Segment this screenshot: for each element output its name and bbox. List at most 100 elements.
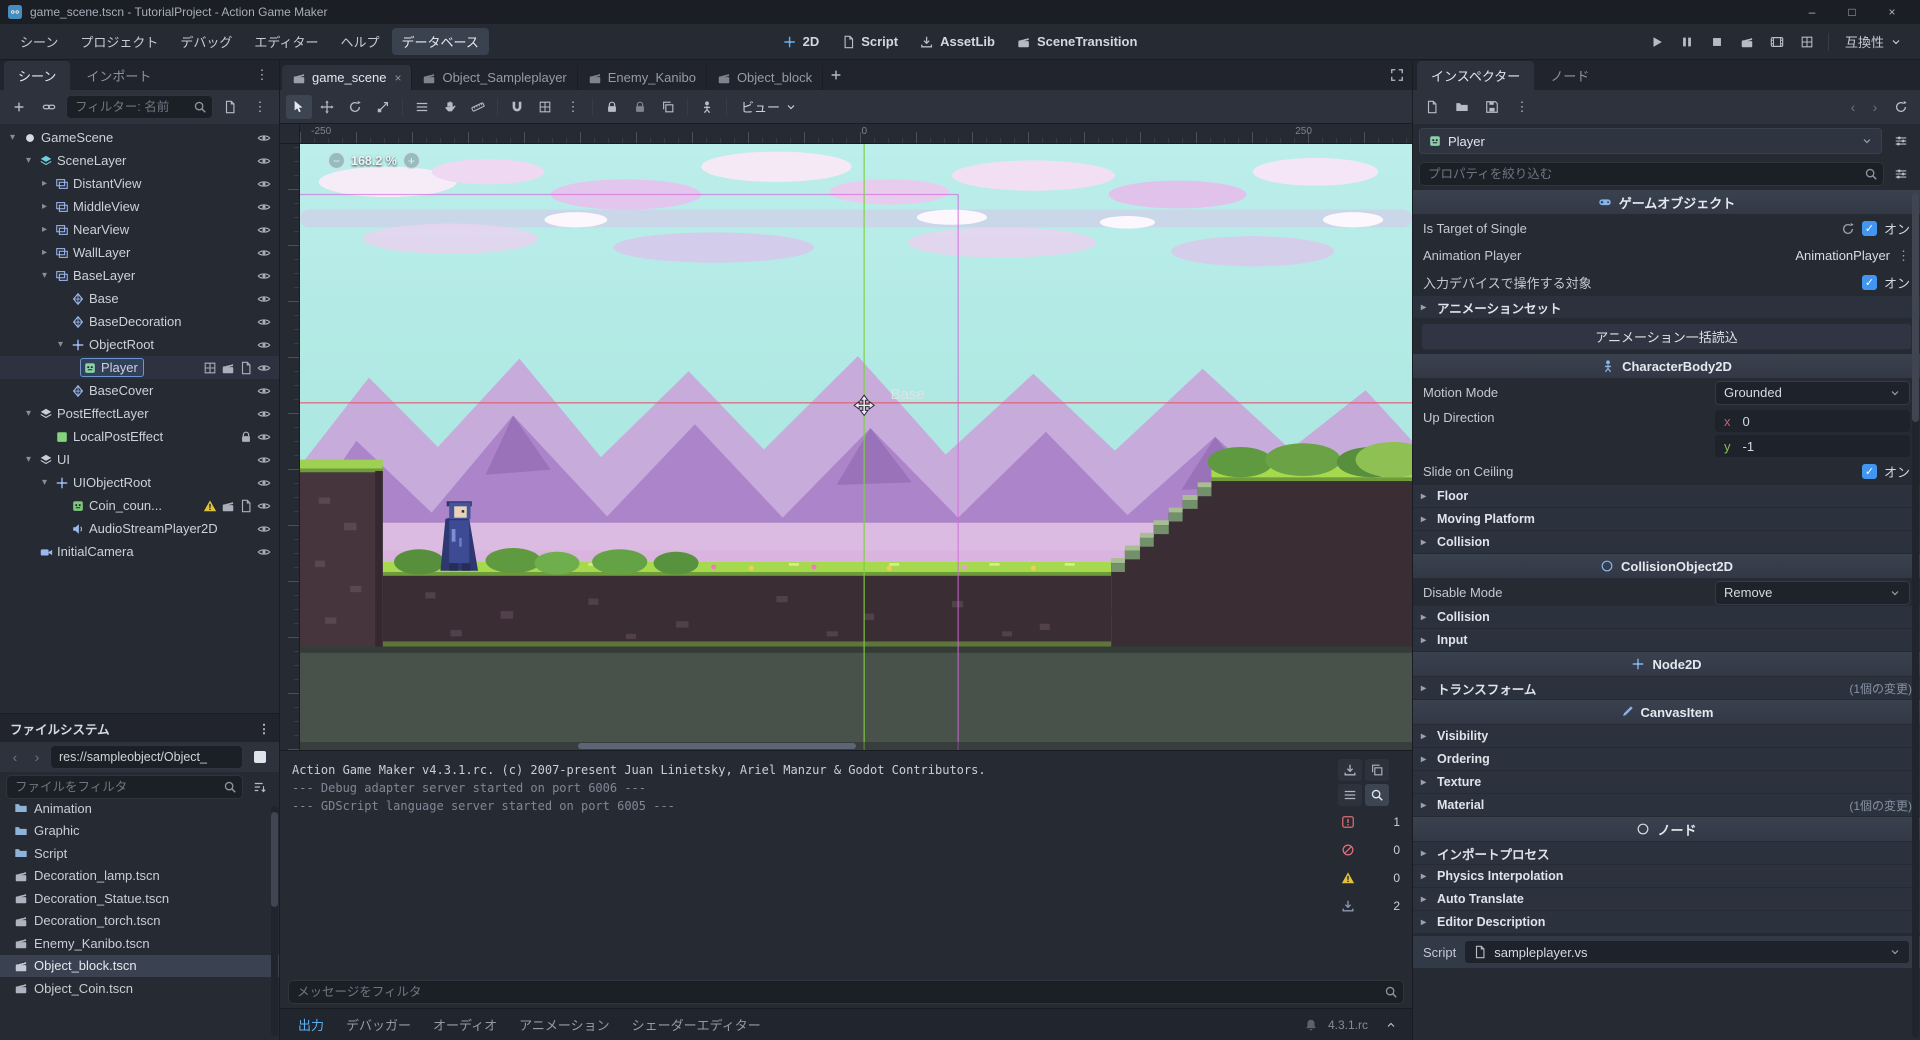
- visibility-icon[interactable]: [257, 154, 271, 168]
- workspace-assetlib-button[interactable]: AssetLib: [920, 34, 995, 49]
- tree-row-base[interactable]: Base: [0, 287, 279, 310]
- distraction-free-button[interactable]: [1384, 63, 1410, 87]
- visibility-icon[interactable]: [257, 338, 271, 352]
- focus-path-button[interactable]: [247, 745, 273, 769]
- warning-icon[interactable]: [203, 499, 217, 513]
- visibility-icon[interactable]: [257, 315, 271, 329]
- workspace-2d-button[interactable]: 2D: [783, 34, 820, 49]
- filesystem-scrollbar[interactable]: [271, 806, 278, 1036]
- history-forward-button[interactable]: ›: [1866, 96, 1884, 118]
- group-ordering[interactable]: ▸Ordering: [1413, 748, 1920, 771]
- minimize-button[interactable]: –: [1792, 0, 1832, 24]
- collapse-panel-button[interactable]: [1378, 1013, 1404, 1037]
- menu-help[interactable]: ヘルプ: [330, 28, 389, 55]
- error-counter[interactable]: 1: [1338, 809, 1404, 834]
- file-row-decoration-torch[interactable]: Decoration_torch.tscn: [0, 910, 279, 933]
- instance-icon[interactable]: [203, 361, 217, 375]
- tree-row-uiobjectroot[interactable]: ▾UIObjectRoot: [0, 471, 279, 494]
- group-floor[interactable]: ▸Floor: [1413, 485, 1920, 508]
- disable-mode-select[interactable]: Remove: [1715, 581, 1910, 605]
- revert-icon[interactable]: [1841, 222, 1855, 236]
- path-input[interactable]: [50, 745, 243, 769]
- close-tab-button[interactable]: ×: [394, 71, 401, 85]
- visibility-icon[interactable]: [257, 361, 271, 375]
- attach-script-button[interactable]: [217, 95, 243, 119]
- tab-game-scene[interactable]: game_scene×: [282, 65, 412, 90]
- chevron-icon[interactable]: ▾: [38, 477, 51, 488]
- visibility-icon[interactable]: [257, 292, 271, 306]
- tab-import[interactable]: インポート: [72, 61, 165, 90]
- visibility-icon[interactable]: [257, 545, 271, 559]
- tree-row-objectroot[interactable]: ▾ObjectRoot: [0, 333, 279, 356]
- chevron-icon[interactable]: ▸: [38, 201, 51, 212]
- visibility-icon[interactable]: [257, 384, 271, 398]
- group-moving-platform[interactable]: ▸Moving Platform: [1413, 508, 1920, 531]
- tree-row-nearview[interactable]: ▸NearView: [0, 218, 279, 241]
- file-row-decoration-lamp[interactable]: Decoration_lamp.tscn: [0, 865, 279, 888]
- tree-row-ui[interactable]: ▾UI: [0, 448, 279, 471]
- tree-row-player[interactable]: Player: [0, 356, 279, 379]
- add-node-button[interactable]: [6, 95, 32, 119]
- close-button[interactable]: ×: [1872, 0, 1912, 24]
- animation-icon[interactable]: [221, 361, 235, 375]
- menu-database[interactable]: データベース: [392, 28, 489, 55]
- file-row-enemy-kanibo[interactable]: Enemy_Kanibo.tscn: [0, 932, 279, 955]
- category-characterbody2d[interactable]: CharacterBody2D: [1413, 354, 1920, 379]
- edited-node-select[interactable]: Player: [1419, 128, 1882, 154]
- group-visibility[interactable]: ▸Visibility: [1413, 725, 1920, 748]
- checkbox-checked[interactable]: ✓: [1862, 464, 1877, 479]
- tree-row-coincounter[interactable]: Coin_coun...: [0, 494, 279, 517]
- group-editor-description[interactable]: ▸Editor Description: [1413, 911, 1920, 934]
- file-row-decoration-statue[interactable]: Decoration_Statue.tscn: [0, 887, 279, 910]
- group-import-process[interactable]: ▸インポートプロセス: [1413, 842, 1920, 865]
- select-tool-button[interactable]: [286, 95, 312, 119]
- checkbox-checked[interactable]: ✓: [1862, 221, 1877, 236]
- tree-row-initialcamera[interactable]: InitialCamera: [0, 540, 279, 563]
- maximize-button[interactable]: □: [1832, 0, 1872, 24]
- checkbox-checked[interactable]: ✓: [1862, 275, 1877, 290]
- property-options-button[interactable]: [1888, 162, 1914, 186]
- tree-row-audiostreamplayer[interactable]: AudioStreamPlayer2D: [0, 517, 279, 540]
- tree-row-scenelayer[interactable]: ▾SceneLayer: [0, 149, 279, 172]
- tree-row-basedecoration[interactable]: BaseDecoration: [0, 310, 279, 333]
- lock-icon[interactable]: [239, 430, 253, 444]
- dock-menu-button[interactable]: ⋮: [249, 63, 275, 87]
- bulk-load-button[interactable]: アニメーション一括読込: [1421, 323, 1912, 350]
- tab-audio[interactable]: オーディオ: [423, 1011, 507, 1038]
- movie-maker-button[interactable]: [1764, 30, 1790, 54]
- tree-row-posteffectlayer[interactable]: ▾PostEffectLayer: [0, 402, 279, 425]
- warning-counter[interactable]: 0: [1338, 865, 1404, 890]
- chevron-icon[interactable]: ▾: [22, 408, 35, 419]
- play-scene-button[interactable]: [1734, 30, 1760, 54]
- chevron-icon[interactable]: ▸: [38, 178, 51, 189]
- chevron-icon[interactable]: ▾: [22, 155, 35, 166]
- tab-scene[interactable]: シーン: [4, 61, 70, 90]
- visibility-icon[interactable]: [257, 430, 271, 444]
- tab-shader-editor[interactable]: シェーダーエディター: [622, 1011, 771, 1038]
- category-collisionobject2d[interactable]: CollisionObject2D: [1413, 554, 1920, 579]
- new-resource-button[interactable]: [1419, 95, 1445, 119]
- skeleton-options-button[interactable]: [694, 95, 720, 119]
- save-log-button[interactable]: [1338, 759, 1362, 781]
- script-icon[interactable]: [239, 361, 253, 375]
- tree-row-middleview[interactable]: ▸MiddleView: [0, 195, 279, 218]
- group-auto-translate[interactable]: ▸Auto Translate: [1413, 888, 1920, 911]
- visibility-icon[interactable]: [257, 200, 271, 214]
- file-row-animation[interactable]: Animation: [0, 797, 279, 820]
- message-filter-input[interactable]: [288, 980, 1404, 1004]
- scene-filter-input[interactable]: [66, 95, 213, 119]
- workspace-script-button[interactable]: Script: [841, 34, 898, 49]
- search-log-button[interactable]: [1365, 784, 1389, 806]
- visibility-icon[interactable]: [257, 269, 271, 283]
- history-back-button[interactable]: ‹: [1844, 96, 1862, 118]
- scrollbar-thumb[interactable]: [578, 743, 856, 749]
- copy-log-button[interactable]: [1365, 759, 1389, 781]
- snap-toggle-button[interactable]: [504, 95, 530, 119]
- group-transform[interactable]: ▸トランスフォーム(1個の変更): [1413, 677, 1920, 700]
- chevron-icon[interactable]: ▾: [38, 270, 51, 281]
- category-node[interactable]: ノード: [1413, 817, 1920, 842]
- resource-menu-button[interactable]: ⋮: [1509, 95, 1535, 119]
- animation-icon[interactable]: [221, 499, 235, 513]
- chevron-icon[interactable]: ▸: [38, 224, 51, 235]
- group-collision2[interactable]: ▸Collision: [1413, 606, 1920, 629]
